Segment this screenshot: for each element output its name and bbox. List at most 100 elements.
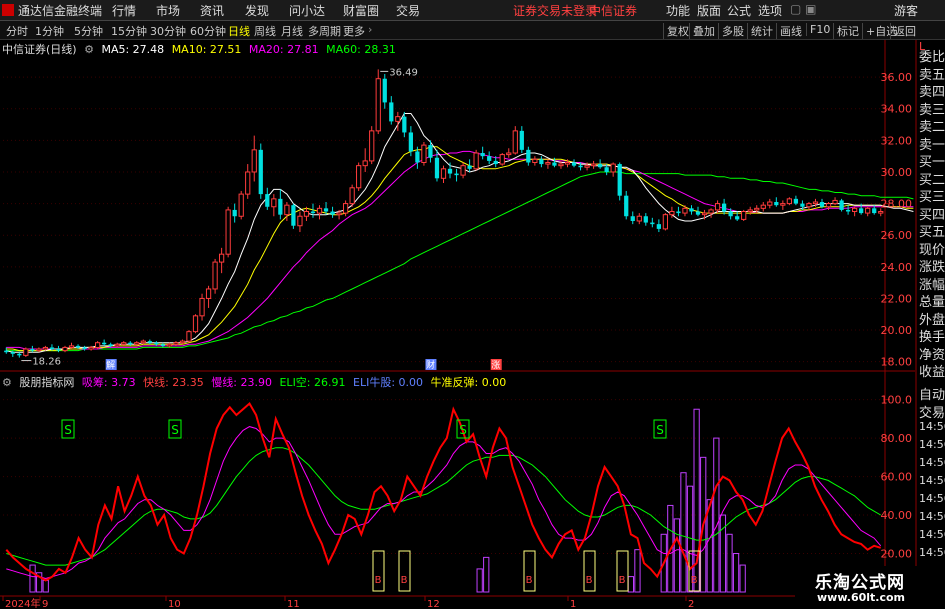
- candle-body-up: [62, 346, 68, 352]
- candle-body-down: [160, 344, 166, 346]
- time-tick-label: 1: [570, 599, 576, 609]
- trade-tick-label: 自动: [919, 388, 945, 403]
- candle-body-down: [872, 208, 877, 214]
- candle-body-up: [362, 160, 368, 167]
- candle-body-down: [402, 116, 407, 133]
- candle-body-down: [695, 211, 701, 215]
- accumulation-bar: [29, 564, 36, 593]
- candle-body-down: [258, 149, 263, 195]
- candle-body-up: [865, 207, 871, 214]
- candle-body-up: [636, 215, 642, 222]
- candle-body-up: [421, 144, 427, 163]
- niu-fan-label: 牛准反弹: 0.00: [430, 376, 507, 389]
- candle-body-up: [754, 207, 760, 211]
- indicator-tick-label: 20.00: [881, 548, 913, 561]
- candle-body-up: [610, 163, 616, 173]
- quote-label: 现价: [919, 242, 945, 258]
- candle-body-down: [578, 165, 583, 168]
- candle-body-up: [375, 78, 381, 132]
- candle-body-down: [617, 164, 622, 196]
- trade-tick-label: 14:56: [919, 528, 945, 541]
- indicator-gear-icon[interactable]: ⚙: [2, 376, 12, 389]
- candle-body-up: [225, 209, 231, 255]
- indicator-tick-label: 80.00: [881, 432, 913, 445]
- candle-body-up: [179, 340, 186, 344]
- price-tick-label: 34.00: [881, 103, 913, 116]
- quote-label: 卖二: [919, 120, 945, 135]
- accumulation-bar: [634, 549, 641, 593]
- candle-body-up: [23, 348, 29, 356]
- candle-body-up: [714, 203, 721, 211]
- buy-marker-label: B: [586, 575, 593, 586]
- candle-body-up: [767, 201, 773, 206]
- candle-body-up: [114, 343, 120, 347]
- accumulation-bar: [627, 576, 635, 593]
- watermark: 乐淘公式网 www.60lt.com: [795, 566, 945, 609]
- candle-body-up: [747, 209, 753, 212]
- candle-body-up: [212, 261, 218, 290]
- candle-body-up: [316, 207, 323, 214]
- quote-label: 卖四: [919, 85, 945, 100]
- indicator-name: 股朋指标网: [19, 376, 75, 389]
- quote-label: 外盘: [919, 312, 945, 328]
- ma60-line: [6, 171, 914, 352]
- candle-body-down: [571, 162, 577, 166]
- candle-body-up: [701, 212, 708, 216]
- candle-body-up: [205, 288, 212, 299]
- quote-label: 卖五: [919, 67, 945, 83]
- candle-body-down: [75, 345, 81, 348]
- quote-label: 换手: [919, 330, 945, 345]
- candle-body-up: [336, 212, 342, 216]
- candle-body-down: [310, 211, 316, 214]
- candle-body-down: [128, 342, 133, 345]
- candle-body-up: [238, 193, 244, 217]
- candle-body-up: [825, 203, 832, 208]
- quote-label: 总量: [919, 295, 945, 310]
- quote-label: 买五: [919, 225, 945, 240]
- candle-body-up: [134, 342, 140, 345]
- candle-body-down: [774, 202, 779, 206]
- candle-body-down: [434, 157, 440, 179]
- candle-body-up: [369, 130, 375, 162]
- candle-body-down: [10, 352, 15, 354]
- candle-body-up: [878, 211, 884, 214]
- quote-label: 收益: [919, 365, 945, 380]
- quote-label: 卖一: [919, 137, 945, 153]
- candle-body-up: [342, 203, 349, 214]
- candle-body-down: [323, 208, 329, 212]
- candle-body-up: [186, 331, 192, 342]
- accumulation-bar: [739, 564, 746, 593]
- quote-label: 买四: [919, 207, 945, 223]
- ma10-line: [6, 146, 914, 352]
- candle-body-up: [303, 211, 310, 217]
- stock-chart[interactable]: 36.49 18.26 解 财 涨 S S S S B B B B B B 36.00 34.00 32.00…: [0, 0, 945, 609]
- candle-body-up: [708, 209, 714, 214]
- candle-body-up: [662, 214, 669, 230]
- accumulation-bar: [680, 472, 687, 593]
- candle-body-up: [349, 187, 355, 205]
- candle-body-down: [493, 160, 498, 165]
- buy-marker-label: B: [691, 575, 698, 586]
- candle-body-up: [506, 152, 512, 156]
- candle-body-down: [408, 132, 413, 152]
- sell-signal-label: S: [171, 423, 179, 437]
- candle-body-up: [356, 165, 362, 189]
- candle-body-up: [251, 149, 257, 173]
- candle-body-up: [812, 201, 819, 205]
- candle-body-down: [552, 162, 557, 166]
- candle-body-up: [852, 207, 858, 212]
- candle-body-up: [199, 297, 205, 317]
- candle-body-up: [473, 152, 479, 170]
- quote-label: 涨跌: [919, 260, 945, 275]
- indicator-tick-label: 100.0: [881, 394, 913, 407]
- candle-body-down: [800, 203, 805, 207]
- candle-body-down: [735, 216, 740, 220]
- price-tick-label: 30.00: [881, 166, 913, 179]
- candle-body-up: [786, 198, 792, 205]
- candle-body-up: [166, 343, 173, 347]
- candle-body-up: [88, 346, 94, 350]
- quote-label: 买一: [919, 155, 945, 170]
- candle-body-down: [526, 149, 531, 163]
- candle-body-up: [173, 342, 179, 345]
- candle-body-up: [245, 171, 251, 195]
